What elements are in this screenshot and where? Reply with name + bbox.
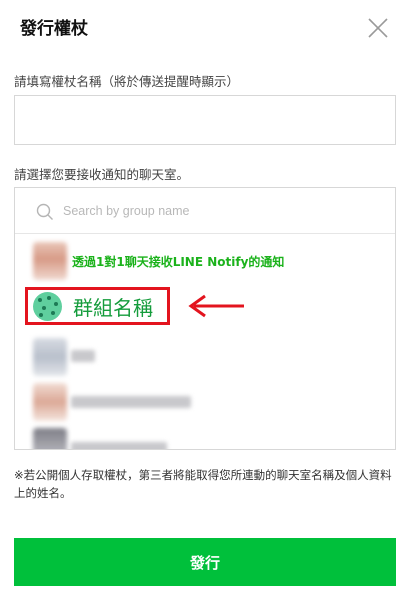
group-avatar <box>33 292 62 321</box>
left-arrow-icon <box>188 294 244 318</box>
search-row <box>15 188 395 234</box>
chat-room-item-label: 透過1對1聊天接收LINE Notify的通知 <box>72 255 285 269</box>
avatar <box>33 338 67 376</box>
avatar <box>33 428 67 449</box>
chat-room-item-label: 群組名稱 <box>73 296 153 320</box>
search-input[interactable] <box>63 196 383 226</box>
page-title: 發行權杖 <box>20 19 88 39</box>
chat-room-item-notify[interactable]: 透過1對1聊天接收LINE Notify的通知 <box>15 238 395 284</box>
chat-room-item-blurred[interactable] <box>15 424 395 449</box>
token-name-label: 請填寫權杖名稱（將於傳送提醒時顯示） <box>14 74 240 89</box>
issue-token-button[interactable]: 發行 <box>14 538 396 586</box>
chat-room-item-blurred[interactable] <box>15 379 395 425</box>
avatar <box>33 242 67 280</box>
chat-room-label: 請選擇您要接收通知的聊天室。 <box>14 167 190 182</box>
close-icon[interactable] <box>366 16 390 40</box>
chat-room-item-blurred[interactable] <box>15 334 395 380</box>
blurred-label <box>71 442 167 449</box>
avatar <box>33 383 67 421</box>
search-icon <box>36 203 53 220</box>
blurred-label <box>71 350 95 362</box>
token-name-input[interactable] <box>14 95 396 145</box>
privacy-note: ※若公開個人存取權杖，第三者將能取得您所連動的聊天室名稱及個人資料上的姓名。 <box>14 468 392 500</box>
blurred-label <box>71 396 191 408</box>
